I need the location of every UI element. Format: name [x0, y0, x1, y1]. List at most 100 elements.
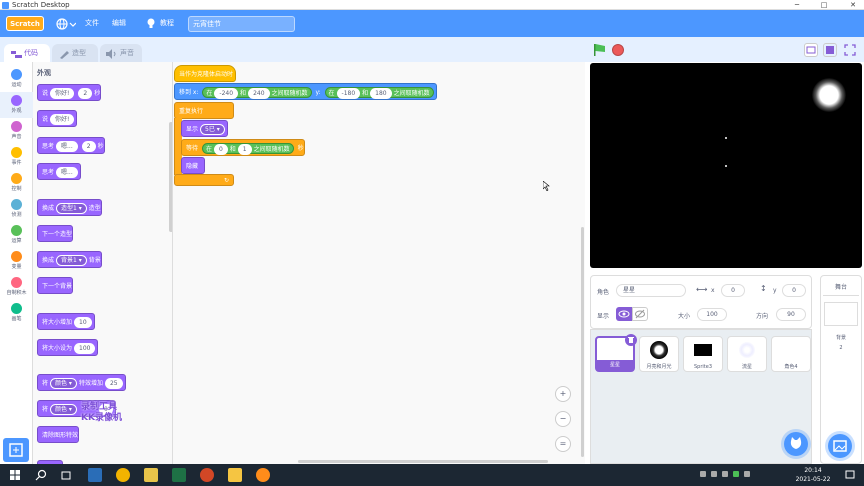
sprite-tile-name: 角色4 [784, 364, 798, 370]
chrome-icon[interactable] [116, 468, 130, 482]
clock[interactable]: 20:14 2021-05-22 [795, 466, 831, 484]
block-clear-effects[interactable]: 清除图形特效 [37, 426, 80, 443]
stop-button[interactable] [612, 44, 624, 56]
zoom-in-button[interactable]: + [555, 386, 571, 402]
language-menu[interactable] [56, 17, 77, 31]
block-show[interactable]: 显示 5已 ▾ [181, 120, 228, 137]
system-tray[interactable] [700, 471, 770, 479]
small-stage-icon [806, 46, 816, 54]
block-say-for-secs[interactable]: 说你好! 2 秒 [37, 84, 102, 101]
tray-icon [711, 471, 717, 477]
stage-target-panel[interactable]: 舞台 背景 2 [820, 275, 862, 464]
sprite-tile[interactable]: 星星 [595, 334, 637, 372]
scratch-taskbar-icon[interactable] [256, 468, 270, 482]
category-variables[interactable]: 变量 [0, 248, 33, 274]
y-input[interactable]: 0 [782, 284, 806, 297]
block-when-clone-start[interactable]: 当作为克隆体启动时 [174, 65, 236, 82]
block-change-effect[interactable]: 将颜色 ▾ 特效增加 25 [37, 374, 126, 391]
block-say[interactable]: 说你好! [37, 110, 78, 127]
sprite-tile[interactable]: 月亮和月光 [639, 336, 679, 372]
add-backdrop-button[interactable] [828, 434, 852, 458]
category-motion[interactable]: 运动 [0, 66, 33, 92]
maximize-button[interactable]: □ [817, 0, 831, 10]
window-title: Scratch Desktop [12, 1, 70, 9]
green-flag-button[interactable] [593, 43, 607, 57]
notification-icon[interactable] [844, 469, 856, 481]
block-switch-backdrop[interactable]: 换成 背景1 ▾ 背景 [37, 251, 102, 268]
sprite-name-input[interactable]: 星星 [616, 284, 686, 297]
block-hide[interactable]: 隐藏 [181, 157, 205, 174]
sprite-tile[interactable]: 角色4 [771, 336, 811, 372]
edit-menu[interactable]: 编辑 [112, 10, 126, 37]
project-title-input[interactable]: 元宵佳节 [188, 16, 295, 32]
sprite-tile[interactable]: Sprite3 [683, 336, 723, 372]
category-my-blocks[interactable]: 自制积木 [0, 274, 33, 300]
globe-icon [56, 18, 77, 30]
tray-icon [722, 471, 728, 477]
stage-header [585, 37, 864, 62]
excel-icon[interactable] [172, 468, 186, 482]
minimize-button[interactable]: ─ [790, 0, 804, 10]
show-visible-button[interactable] [616, 307, 632, 321]
block-wait-random[interactable]: 等待 在 0 和 1 之间取随机数 秒 [181, 139, 305, 156]
cat-icon [790, 437, 802, 449]
tab-sounds[interactable]: 声音 [100, 44, 142, 62]
task-view-icon[interactable] [60, 469, 72, 481]
window-titlebar: Scratch Desktop ─ □ ✕ [0, 0, 864, 10]
sprite-tile-name: 星星 [597, 360, 633, 370]
windows-start-icon[interactable] [10, 470, 20, 480]
category-pen[interactable]: 画笔 [0, 300, 33, 326]
block-goto-random[interactable]: 移到 x: 在 -240 和 240 之间取随机数 y: 在 -180 和 180 之间取随机数 [174, 83, 437, 100]
file-explorer-icon[interactable] [144, 468, 158, 482]
category-events[interactable]: 事件 [0, 144, 33, 170]
add-sprite-button[interactable] [784, 432, 808, 456]
block-forever[interactable]: 重复执行 [174, 102, 234, 119]
delete-sprite-button[interactable] [625, 334, 637, 346]
menu-bar: Scratch 文件 编辑 教程 元宵佳节 [0, 10, 864, 37]
block-change-size[interactable]: 将大小增加 10 [37, 313, 95, 330]
zoom-reset-button[interactable]: = [555, 436, 571, 452]
tab-code-label: 代码 [24, 49, 38, 57]
category-operators[interactable]: 运算 [0, 222, 33, 248]
scratch-logo[interactable]: Scratch [6, 16, 44, 31]
direction-input[interactable]: 90 [776, 308, 806, 321]
fullscreen-button[interactable] [843, 43, 857, 57]
block-set-size[interactable]: 将大小设为 100 [37, 339, 99, 356]
tab-costumes-label: 造型 [72, 49, 86, 57]
powerpoint-icon[interactable] [200, 468, 214, 482]
block-think-for-secs[interactable]: 思考 嗯... 2 秒 [37, 137, 105, 154]
backdrops-label: 背景 [835, 335, 846, 341]
notes-icon[interactable] [228, 468, 242, 482]
workspace-horizontal-scrollbar[interactable] [298, 460, 548, 463]
sprite-tile[interactable]: 流星 [727, 336, 767, 372]
stage-canvas[interactable] [590, 63, 862, 268]
taskbar-app-icon[interactable] [88, 468, 102, 482]
block-think[interactable]: 思考 嗯... [37, 163, 81, 180]
add-extension-button[interactable] [3, 438, 29, 462]
workspace-vertical-scrollbar[interactable] [581, 227, 584, 457]
category-control[interactable]: 控制 [0, 170, 33, 196]
size-input[interactable]: 100 [697, 308, 727, 321]
close-button[interactable]: ✕ [846, 0, 860, 10]
sprite-label: 角色 [597, 289, 610, 296]
watermark-line-1: 录制工具 [81, 402, 118, 412]
show-hidden-button[interactable] [632, 307, 648, 321]
block-next-backdrop[interactable]: 下一个背景 [37, 277, 74, 294]
zoom-out-button[interactable]: − [555, 411, 571, 427]
extension-icon [9, 443, 23, 457]
script-workspace[interactable]: 当作为克隆体启动时 移到 x: 在 -240 和 240 之间取随机数 y: 在 -180… [173, 62, 585, 464]
x-input[interactable]: 0 [721, 284, 745, 297]
tab-code[interactable]: 代码 [4, 44, 50, 62]
small-stage-button[interactable] [804, 43, 818, 57]
block-switch-costume[interactable]: 换成 造型1 ▾ 造型 [37, 199, 102, 216]
eye-icon [618, 310, 630, 318]
file-menu[interactable]: 文件 [85, 10, 99, 37]
category-looks[interactable]: 外观 [0, 92, 33, 118]
search-icon[interactable] [35, 469, 47, 481]
category-sensing[interactable]: 侦测 [0, 196, 33, 222]
block-next-costume[interactable]: 下一个造型 [37, 225, 74, 242]
large-stage-button[interactable] [823, 43, 837, 57]
category-sound[interactable]: 声音 [0, 118, 33, 144]
tab-costumes[interactable]: 造型 [52, 44, 98, 62]
tutorials-menu[interactable]: 教程 [160, 10, 174, 37]
